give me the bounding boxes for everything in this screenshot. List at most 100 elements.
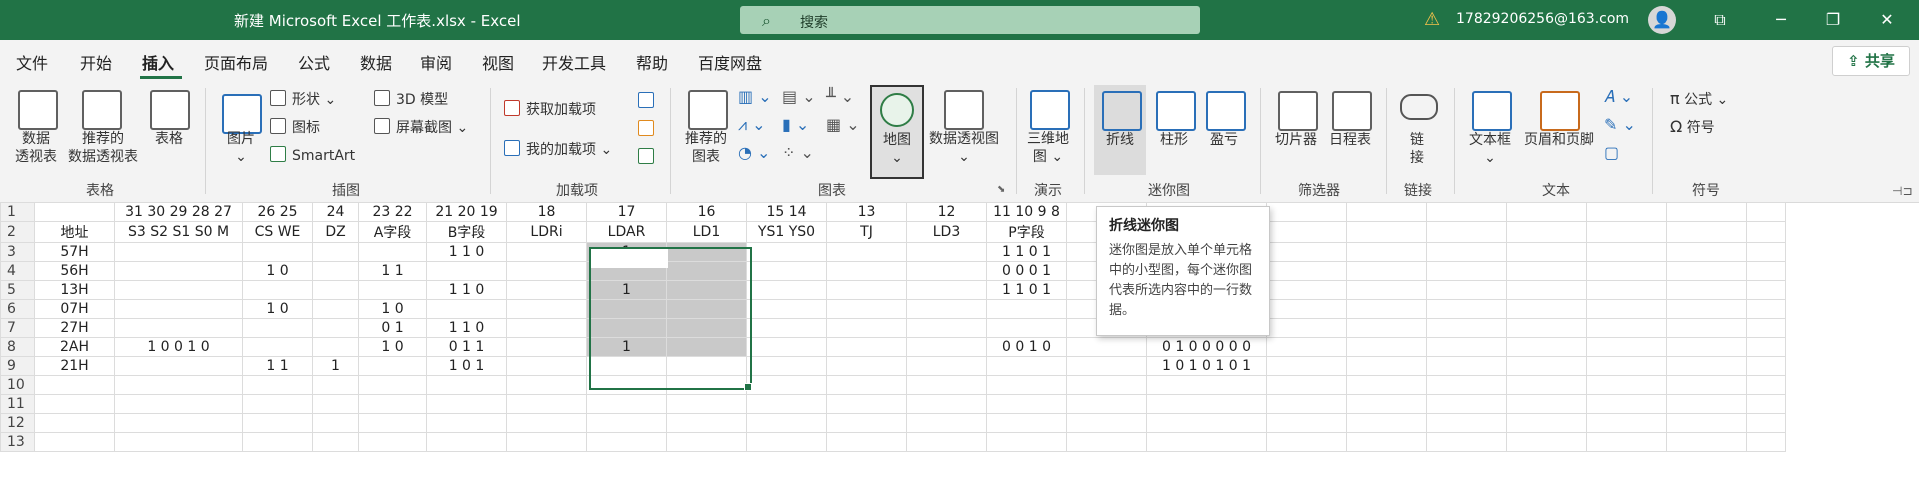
cell[interactable]: 1 0	[358, 299, 427, 319]
cell[interactable]	[34, 432, 115, 452]
cell[interactable]	[1346, 280, 1427, 300]
recommended-charts-button[interactable]: 推荐的 图表	[680, 130, 732, 166]
cell[interactable]	[906, 356, 987, 376]
tab-insert[interactable]: 插入	[142, 50, 174, 74]
cell[interactable]	[358, 413, 427, 433]
cell[interactable]	[1506, 432, 1587, 452]
tab-data[interactable]: 数据	[360, 50, 392, 74]
cell[interactable]	[906, 394, 987, 414]
cell[interactable]	[666, 432, 747, 452]
cell[interactable]	[1266, 318, 1347, 338]
cell[interactable]	[1666, 280, 1747, 300]
cell[interactable]	[1066, 375, 1147, 395]
cell[interactable]	[906, 261, 987, 281]
cell[interactable]	[1346, 242, 1427, 262]
cell[interactable]	[1346, 221, 1427, 243]
cell[interactable]	[1586, 394, 1667, 414]
pictures-button[interactable]: 图片 ⌄	[218, 130, 264, 166]
scatter-chart-button[interactable]: ⁘ ⌄	[782, 144, 814, 162]
cell[interactable]	[826, 394, 907, 414]
cell[interactable]	[242, 394, 313, 414]
cell[interactable]	[986, 432, 1067, 452]
cell[interactable]	[1146, 432, 1267, 452]
cell[interactable]: P字段	[986, 221, 1067, 243]
screenshot-button[interactable]: 屏幕截图 ⌄	[374, 118, 468, 137]
cell[interactable]: LD1	[666, 221, 747, 243]
cell[interactable]	[242, 413, 313, 433]
cell[interactable]	[1346, 413, 1427, 433]
cell[interactable]: 16	[666, 202, 747, 222]
cell[interactable]	[1426, 413, 1507, 433]
cell[interactable]	[1346, 432, 1427, 452]
cell[interactable]	[666, 413, 747, 433]
cell[interactable]	[114, 299, 243, 319]
row-header[interactable]: 7	[0, 318, 35, 338]
cell[interactable]	[312, 318, 359, 338]
cell[interactable]	[1266, 202, 1347, 222]
cell[interactable]	[1506, 299, 1587, 319]
cell[interactable]	[1666, 356, 1747, 376]
cell[interactable]: 11 10 9 8	[986, 202, 1067, 222]
cell[interactable]	[312, 337, 359, 357]
cell[interactable]	[1506, 394, 1587, 414]
cell[interactable]: YS1 YS0	[746, 221, 827, 243]
cell[interactable]: 1 1 0	[426, 280, 507, 300]
cell[interactable]	[426, 413, 507, 433]
cell[interactable]	[1426, 375, 1507, 395]
slicer-button[interactable]: 切片器	[1270, 131, 1322, 149]
cell[interactable]	[826, 413, 907, 433]
cell[interactable]	[34, 413, 115, 433]
shapes-button[interactable]: 形状 ⌄	[270, 90, 336, 109]
cell[interactable]	[906, 413, 987, 433]
cell[interactable]	[1506, 261, 1587, 281]
cell[interactable]	[586, 299, 667, 319]
cell[interactable]	[1066, 432, 1147, 452]
cell[interactable]: 17	[586, 202, 667, 222]
cell[interactable]	[986, 318, 1067, 338]
share-button[interactable]: ⇪ 共享	[1832, 46, 1910, 76]
cell[interactable]	[358, 375, 427, 395]
cell[interactable]	[666, 356, 747, 376]
cell[interactable]: 1 0 0 1 0	[114, 337, 243, 357]
cell[interactable]	[1666, 318, 1747, 338]
cell[interactable]	[506, 261, 587, 281]
cell[interactable]	[586, 413, 667, 433]
cell[interactable]: CS WE	[242, 221, 313, 243]
tab-formulas[interactable]: 公式	[298, 50, 330, 74]
account-name[interactable]: 17829206256@163.com	[1456, 11, 1629, 27]
cell[interactable]	[506, 432, 587, 452]
cell[interactable]	[242, 375, 313, 395]
cell[interactable]	[1426, 337, 1507, 357]
cell[interactable]	[1426, 299, 1507, 319]
cell[interactable]	[1666, 242, 1747, 262]
cell[interactable]	[312, 280, 359, 300]
cell[interactable]	[586, 394, 667, 414]
row-header[interactable]: 12	[0, 413, 35, 433]
cell[interactable]	[986, 356, 1067, 376]
cell[interactable]	[358, 432, 427, 452]
cell[interactable]	[1266, 413, 1347, 433]
pin-ribbon-icon[interactable]: ⊣⊐	[1892, 184, 1913, 198]
cell[interactable]: 13	[826, 202, 907, 222]
cell[interactable]	[1506, 337, 1587, 357]
cell[interactable]	[666, 318, 747, 338]
cell[interactable]	[312, 413, 359, 433]
cell[interactable]	[1346, 299, 1427, 319]
cell[interactable]	[1426, 280, 1507, 300]
cell[interactable]	[242, 242, 313, 262]
equation-button[interactable]: π 公式 ⌄	[1670, 90, 1728, 109]
cell[interactable]	[506, 299, 587, 319]
cell[interactable]	[1266, 432, 1347, 452]
cell[interactable]: 07H	[34, 299, 115, 319]
minimize-icon[interactable]: ─	[1766, 8, 1796, 32]
cell[interactable]	[114, 261, 243, 281]
cell[interactable]: 1 1 0 1	[986, 280, 1067, 300]
cell[interactable]	[312, 375, 359, 395]
cell[interactable]	[1146, 394, 1267, 414]
cell[interactable]	[1426, 318, 1507, 338]
cell[interactable]	[906, 375, 987, 395]
fill-handle[interactable]	[744, 383, 752, 391]
cell[interactable]	[826, 337, 907, 357]
ribbon-display-icon[interactable]: ⧉	[1705, 8, 1735, 32]
cell[interactable]	[34, 202, 115, 222]
